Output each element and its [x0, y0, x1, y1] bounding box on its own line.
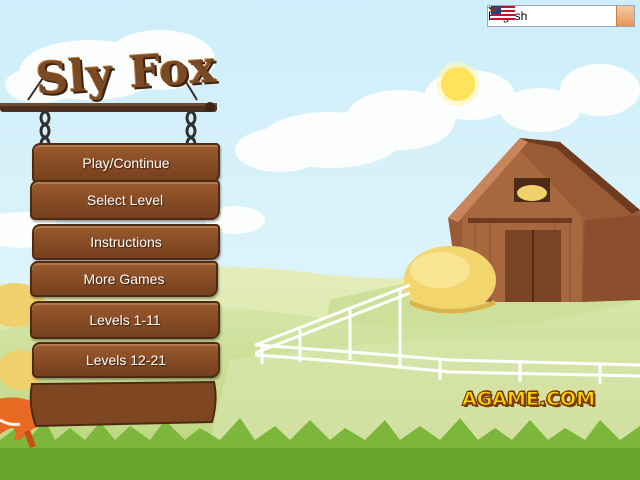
play-continue-button[interactable]: Play/Continue — [32, 143, 220, 183]
language-dropdown[interactable]: English — [487, 5, 635, 27]
more-games-button[interactable]: More Games — [30, 261, 218, 297]
levels-12-21-button[interactable]: Levels 12-21 — [32, 342, 220, 378]
levels-1-11-label: Levels 1-11 — [89, 312, 161, 328]
levels-12-21-label: Levels 12-21 — [85, 352, 167, 368]
chevron-down-icon[interactable] — [488, 6, 634, 26]
more-games-label: More Games — [83, 271, 165, 287]
sun-icon — [436, 62, 480, 106]
levels-1-11-button[interactable]: Levels 1-11 — [30, 301, 220, 339]
instructions-label: Instructions — [90, 234, 162, 250]
select-level-label: Select Level — [86, 192, 164, 208]
select-level-button[interactable]: Select Level — [30, 180, 220, 220]
instructions-button[interactable]: Instructions — [32, 224, 220, 260]
agame-logo[interactable]: AGAME.COM — [461, 388, 595, 411]
hay-bale — [404, 246, 496, 314]
game-scene: English Sly Fox Play/Continue Select Lev… — [0, 0, 640, 480]
play-continue-label: Play/Continue — [82, 155, 170, 171]
